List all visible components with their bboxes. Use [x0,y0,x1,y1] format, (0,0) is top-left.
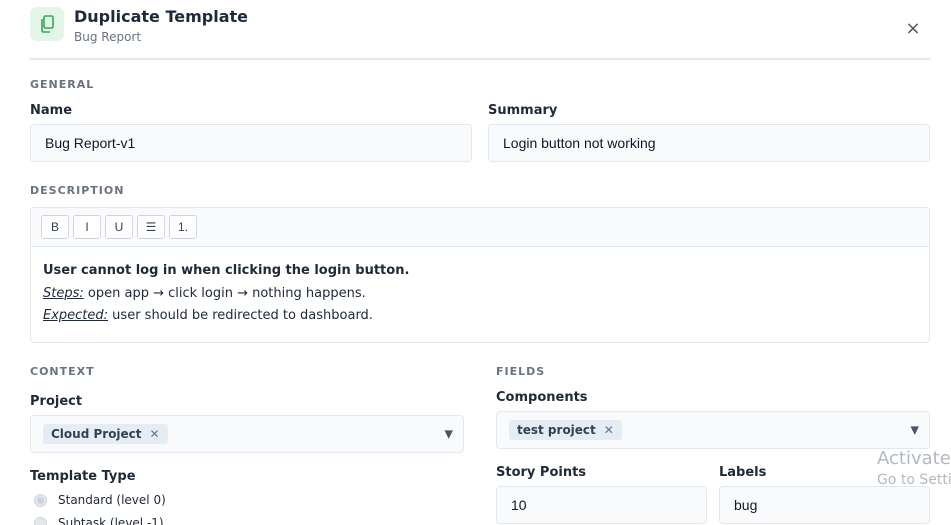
steps-text: open app → click login → nothing happens… [83,285,366,301]
remove-chip-icon[interactable]: ✕ [604,423,614,437]
story-points-label: Story Points [496,465,587,480]
project-select[interactable]: Cloud Project ✕ ▼ [30,415,464,453]
activation-watermark-sub: Go to Setti [877,472,951,488]
components-chip-label: test project [517,423,596,437]
bold-button[interactable]: B [41,215,69,239]
close-icon[interactable]: × [902,17,924,39]
components-chip: test project ✕ [509,420,622,440]
dialog-title: Duplicate Template [74,7,248,26]
radio-standard[interactable]: Standard (level 0) [34,493,166,507]
labels-label: Labels [719,465,767,480]
duplicate-template-dialog: Duplicate Template Bug Report × GENERAL … [0,0,951,525]
expected-label: Expected: [43,308,109,323]
remove-chip-icon[interactable]: ✕ [150,427,160,441]
description-line-3: Expected: user should be redirected to d… [43,305,917,328]
radio-circle[interactable] [34,493,47,507]
expected-text: user should be redirected to dashboard. [108,308,373,323]
radio-standard-label: Standard (level 0) [58,493,166,507]
components-label: Components [496,390,588,405]
activation-watermark-title: Activate [877,448,951,469]
project-chip: Cloud Project ✕ [43,424,168,444]
steps-label: Steps: [43,285,84,301]
editor-toolbar: B I U ☰ 1. [31,208,929,247]
section-context: CONTEXT [30,365,95,378]
components-select[interactable]: test project ✕ ▼ [496,411,930,449]
underline-button[interactable]: U [105,215,133,239]
header-divider [30,58,930,60]
summary-label: Summary [488,103,558,118]
template-type-label: Template Type [30,469,136,484]
radio-subtask[interactable]: Subtask (level -1) [34,516,164,525]
description-line-1: User cannot log in when clicking the log… [43,263,410,278]
copy-icon [30,7,64,41]
italic-button[interactable]: I [73,215,101,239]
summary-input[interactable]: Login button not working [488,124,930,162]
name-input[interactable]: Bug Report-v1 [30,124,472,162]
bullet-list-button[interactable]: ☰ [137,215,165,239]
project-chip-label: Cloud Project [51,427,142,441]
radio-circle[interactable] [34,516,47,525]
chevron-down-icon[interactable]: ▼ [911,424,919,437]
description-line-2: Steps: open app → click login → nothing … [43,283,917,306]
section-description: DESCRIPTION [30,184,125,197]
dialog-subtitle: Bug Report [74,30,142,44]
chevron-down-icon[interactable]: ▼ [445,428,453,441]
description-editor[interactable]: B I U ☰ 1. User cannot log in when click… [30,207,930,343]
radio-subtask-label: Subtask (level -1) [58,516,164,525]
labels-input[interactable]: bug [719,486,930,524]
section-general: GENERAL [30,78,95,91]
section-fields: FIELDS [496,365,546,378]
editor-content[interactable]: User cannot log in when clicking the log… [31,247,929,341]
name-label: Name [30,103,73,118]
project-label: Project [30,394,83,409]
numbered-list-button[interactable]: 1. [169,215,197,239]
story-points-input[interactable]: 10 [496,486,707,524]
